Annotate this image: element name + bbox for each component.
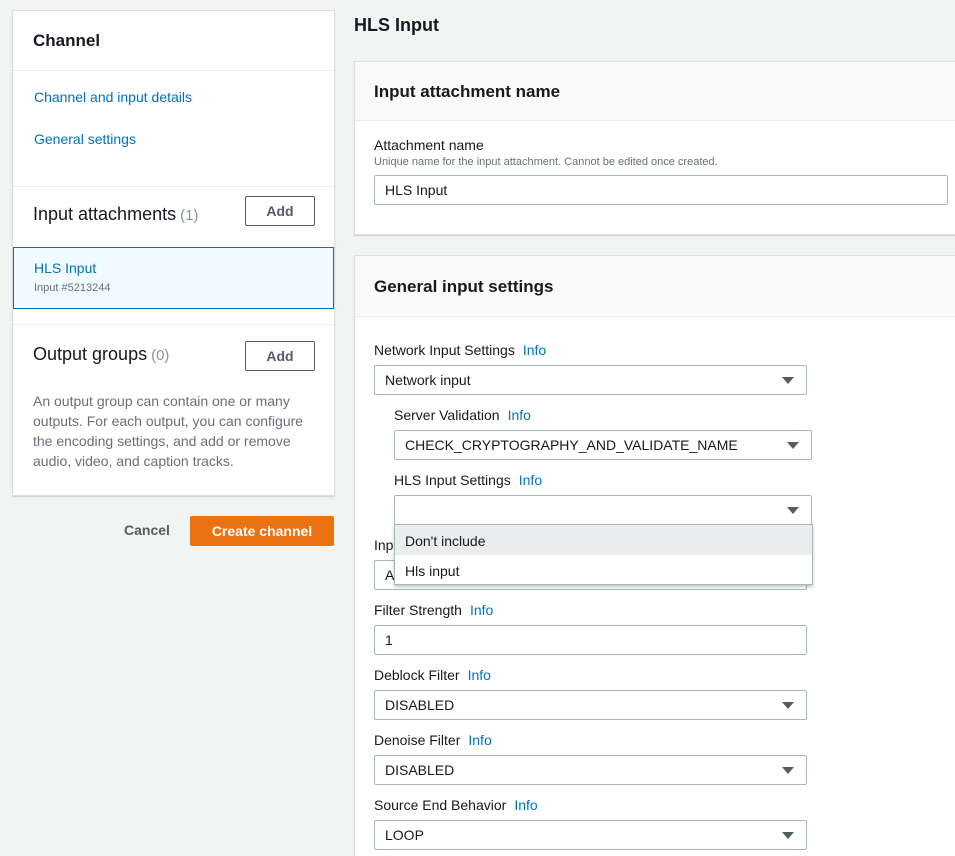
chevron-down-icon — [782, 377, 794, 384]
source-end-behavior-text: Source End Behavior — [374, 797, 507, 813]
info-link[interactable]: Info — [514, 797, 537, 813]
output-groups-description: An output group can contain one or many … — [33, 393, 304, 469]
network-input-settings-text: Network Input Settings — [374, 342, 515, 358]
channel-nav-card: Channel Channel and input details Genera… — [12, 10, 335, 496]
add-output-group-button[interactable]: Add — [245, 341, 315, 371]
page-title: HLS Input — [354, 15, 439, 35]
filter-strength-label: Filter Strength Info — [374, 602, 493, 618]
denoise-filter-select[interactable]: DISABLED — [374, 755, 807, 785]
cancel-button[interactable]: Cancel — [124, 522, 170, 538]
panel-heading: General input settings — [355, 256, 955, 317]
filter-strength-input[interactable]: 1 — [374, 625, 807, 655]
network-input-settings-select[interactable]: Network input — [374, 365, 807, 395]
server-validation-label: Server Validation Info — [394, 407, 531, 423]
nav-link-general-settings[interactable]: General settings — [34, 131, 313, 173]
select-value: DISABLED — [385, 762, 455, 778]
select-value: LOOP — [385, 827, 424, 843]
select-value: A — [385, 567, 395, 583]
attachment-name-input[interactable]: HLS Input — [374, 175, 948, 205]
hls-input-settings-label: HLS Input Settings Info — [394, 472, 542, 488]
info-link[interactable]: Info — [523, 342, 546, 358]
attachment-item-hls-input[interactable]: HLS Input Input #5213244 — [13, 247, 334, 309]
source-end-behavior-select[interactable]: LOOP — [374, 820, 807, 850]
denoise-filter-label: Denoise Filter Info — [374, 732, 492, 748]
output-groups-label: Output groups — [33, 344, 148, 364]
attachment-item-name: HLS Input — [34, 260, 97, 276]
hls-input-settings-dropdown: Don't include Hls input — [394, 524, 813, 585]
chevron-down-icon — [787, 442, 799, 449]
dropdown-option-dont-include[interactable]: Don't include — [395, 525, 812, 555]
network-input-settings-label: Network Input Settings Info — [374, 342, 546, 358]
output-groups-count: (0) — [151, 347, 170, 364]
attachment-item-sub: Input #5213244 — [34, 282, 111, 294]
chevron-down-icon — [782, 832, 794, 839]
server-validation-text: Server Validation — [394, 407, 500, 423]
dropdown-option-hls-input[interactable]: Hls input — [395, 555, 812, 585]
hidden-field-label: Inp — [374, 537, 394, 553]
divider — [13, 309, 334, 325]
select-value: CHECK_CRYPTOGRAPHY_AND_VALIDATE_NAME — [405, 437, 738, 453]
attachment-name-label: Attachment name — [374, 137, 484, 153]
denoise-filter-text: Denoise Filter — [374, 732, 461, 748]
deblock-filter-select[interactable]: DISABLED — [374, 690, 807, 720]
panel-heading: Input attachment name — [355, 62, 955, 121]
add-input-attachment-button[interactable]: Add — [245, 196, 315, 226]
input-attachments-label: Input attachments — [33, 204, 177, 224]
deblock-filter-text: Deblock Filter — [374, 667, 460, 683]
input-attachments-count: (1) — [180, 207, 199, 224]
hls-input-settings-text: HLS Input Settings — [394, 472, 511, 488]
nav-links: Channel and input details General settin… — [13, 71, 334, 187]
nav-title: Channel — [13, 11, 334, 71]
create-channel-button[interactable]: Create channel — [190, 516, 334, 546]
chevron-down-icon — [782, 702, 794, 709]
info-link[interactable]: Info — [468, 667, 491, 683]
filter-strength-text: Filter Strength — [374, 602, 462, 618]
server-validation-select[interactable]: CHECK_CRYPTOGRAPHY_AND_VALIDATE_NAME — [394, 430, 812, 460]
info-link[interactable]: Info — [470, 602, 493, 618]
chevron-down-icon — [782, 767, 794, 774]
source-end-behavior-label: Source End Behavior Info — [374, 797, 538, 813]
info-link[interactable]: Info — [519, 472, 542, 488]
select-value: DISABLED — [385, 697, 455, 713]
deblock-filter-label: Deblock Filter Info — [374, 667, 491, 683]
attachment-name-hint: Unique name for the input attachment. Ca… — [374, 156, 718, 168]
nav-link-channel-input-details[interactable]: Channel and input details — [34, 89, 313, 131]
select-value: Network input — [385, 372, 471, 388]
chevron-down-icon — [787, 507, 799, 514]
info-link[interactable]: Info — [508, 407, 531, 423]
input-attachments-header: Input attachments (1) Add — [13, 187, 334, 247]
info-link[interactable]: Info — [468, 732, 491, 748]
hls-input-settings-select[interactable] — [394, 495, 812, 525]
output-groups-header: Output groups (0) Add — [13, 325, 334, 383]
